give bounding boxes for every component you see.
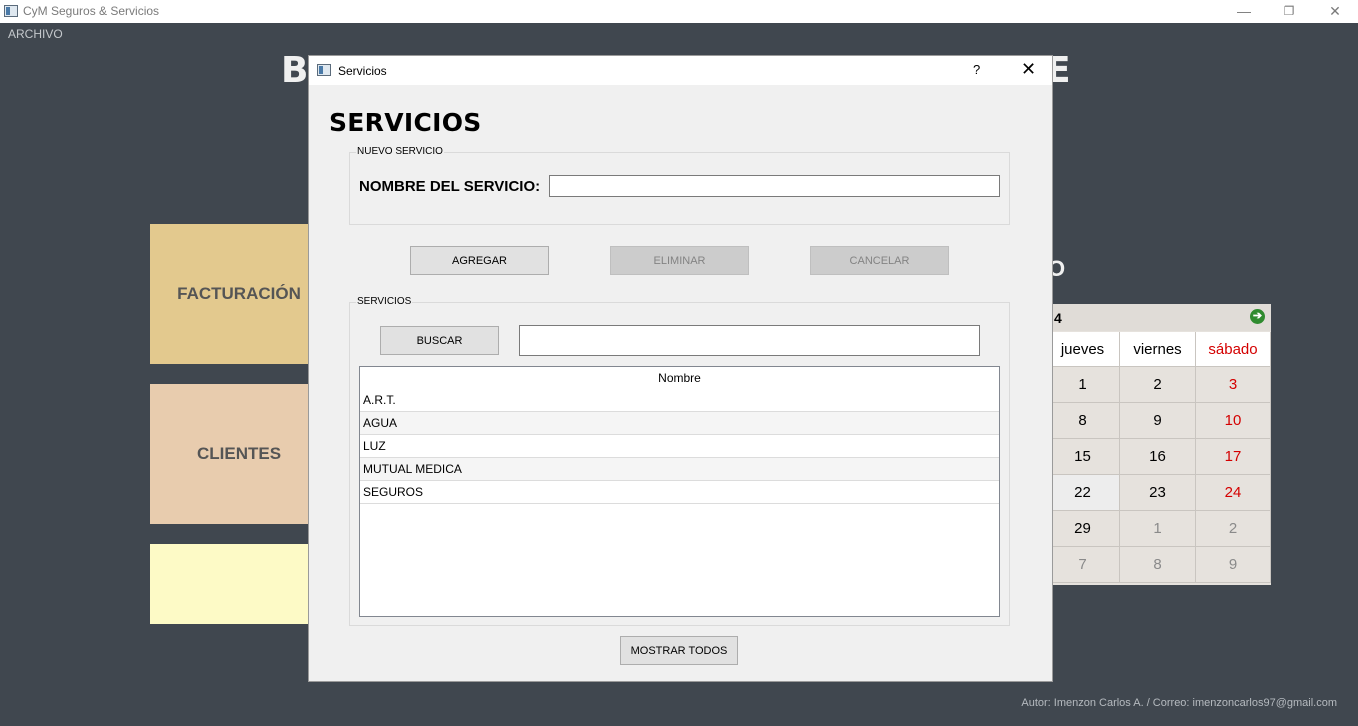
third-tile[interactable] — [150, 544, 310, 624]
facturacion-tile[interactable]: FACTURACIÓN — [150, 224, 310, 364]
calendar-day[interactable]: 15 — [1046, 439, 1120, 475]
buscar-button[interactable]: BUSCAR — [380, 326, 499, 355]
next-month-icon[interactable]: ➔ — [1250, 309, 1265, 324]
dialog-close-button[interactable]: ✕ — [1021, 59, 1036, 79]
new-service-group-label: NUEVO SERVICIO — [356, 146, 444, 157]
app-title: CyM Seguros & Servicios — [23, 4, 160, 18]
table-row[interactable]: SEGUROS — [360, 481, 999, 504]
column-header-nombre[interactable]: Nombre — [360, 367, 999, 389]
calendar-day-selected[interactable]: 22 — [1046, 475, 1120, 511]
calendar-day[interactable]: 23 — [1120, 475, 1196, 511]
services-table: Nombre A.R.T. AGUA LUZ MUTUAL MEDICA SEG… — [359, 366, 1000, 617]
dialog-titlebar: Servicios ? ✕ — [309, 56, 1052, 85]
calendar: 4 ➔ jueves viernes sábado 1 2 3 8 9 10 1… — [1046, 304, 1271, 585]
calendar-day-next-month[interactable]: 1 — [1120, 511, 1196, 547]
app-icon — [4, 5, 18, 17]
table-row[interactable]: MUTUAL MEDICA — [360, 458, 999, 481]
calendar-day-next-month[interactable]: 9 — [1196, 547, 1271, 583]
calendar-day[interactable]: 16 — [1120, 439, 1196, 475]
services-group-label: SERVICIOS — [356, 296, 413, 307]
calendar-navigation: 4 ➔ — [1046, 304, 1271, 331]
table-row[interactable]: A.R.T. — [360, 389, 999, 412]
restore-button[interactable]: ❐ — [1267, 0, 1311, 23]
footer-author: Autor: Imenzon Carlos A. / Correo: imenz… — [1021, 697, 1337, 709]
service-name-input[interactable] — [549, 175, 1000, 197]
calendar-day[interactable]: 24 — [1196, 475, 1271, 511]
agregar-button[interactable]: AGREGAR — [410, 246, 549, 275]
weekday-header: sábado — [1196, 332, 1271, 367]
service-name-label: NOMBRE DEL SERVICIO: — [359, 178, 541, 195]
calendar-day-next-month[interactable]: 2 — [1196, 511, 1271, 547]
calendar-day[interactable]: 3 — [1196, 367, 1271, 403]
calendar-day[interactable]: 1 — [1046, 367, 1120, 403]
calendar-month: 4 — [1054, 310, 1062, 326]
page-title: SERVICIOS — [329, 108, 482, 137]
dialog-icon — [317, 64, 331, 76]
help-button[interactable]: ? — [973, 62, 980, 77]
facturacion-label: FACTURACIÓN — [177, 284, 301, 303]
table-row[interactable]: LUZ — [360, 435, 999, 458]
calendar-day[interactable]: 29 — [1046, 511, 1120, 547]
search-input[interactable] — [519, 325, 980, 356]
calendar-grid: jueves viernes sábado 1 2 3 8 9 10 15 16… — [1046, 332, 1271, 583]
calendar-day-next-month[interactable]: 8 — [1120, 547, 1196, 583]
calendar-day-next-month[interactable]: 7 — [1046, 547, 1120, 583]
calendar-day[interactable]: 8 — [1046, 403, 1120, 439]
main-titlebar: CyM Seguros & Servicios — ❐ ✕ — [0, 0, 1358, 23]
calendar-day[interactable]: 9 — [1120, 403, 1196, 439]
clientes-label: CLIENTES — [196, 444, 282, 463]
weekday-header: jueves — [1046, 332, 1120, 367]
calendar-day[interactable]: 2 — [1120, 367, 1196, 403]
table-row[interactable]: AGUA — [360, 412, 999, 435]
dialog-title: Servicios — [338, 64, 387, 78]
background-title-left: B — [281, 50, 309, 91]
close-button[interactable]: ✕ — [1313, 0, 1357, 23]
clientes-tile[interactable]: CLIENTES — [150, 384, 310, 524]
calendar-day[interactable]: 17 — [1196, 439, 1271, 475]
servicios-dialog: Servicios ? ✕ SERVICIOS NUEVO SERVICIO N… — [308, 55, 1053, 682]
eliminar-button[interactable]: ELIMINAR — [610, 246, 749, 275]
calendar-day[interactable]: 10 — [1196, 403, 1271, 439]
mostrar-todos-button[interactable]: MOSTRAR TODOS — [620, 636, 738, 665]
weekday-header: viernes — [1120, 332, 1196, 367]
menu-archivo[interactable]: ARCHIVO — [8, 27, 63, 41]
cancelar-button[interactable]: CANCELAR — [810, 246, 949, 275]
minimize-button[interactable]: — — [1222, 0, 1266, 23]
